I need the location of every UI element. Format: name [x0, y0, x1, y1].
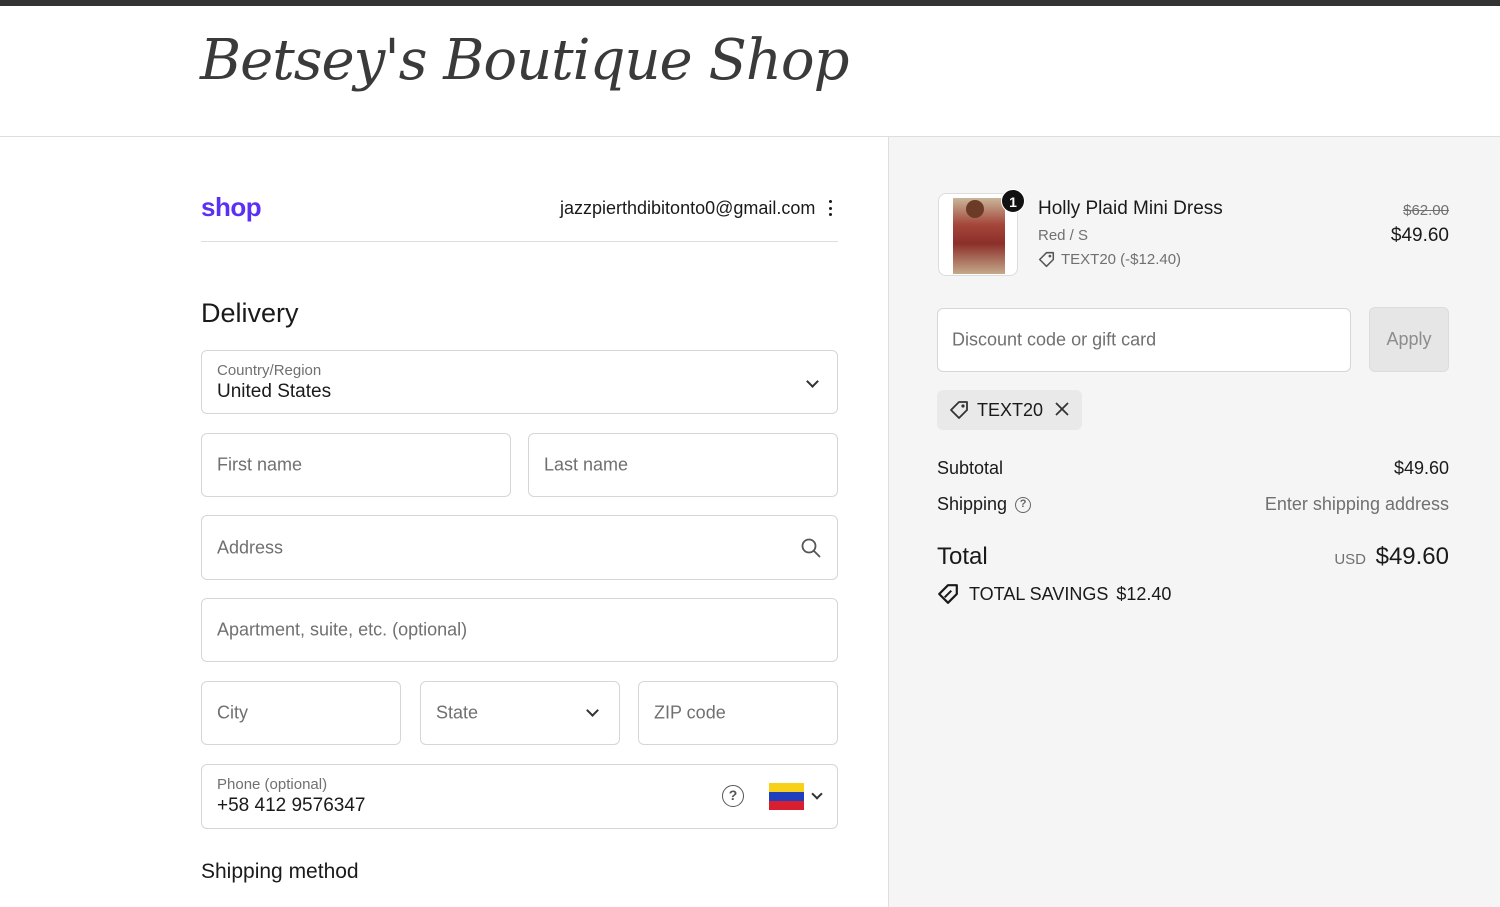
- total-value: $49.60: [1375, 543, 1449, 570]
- account-email: jazzpierthdibitonto0@gmail.com: [560, 198, 816, 218]
- discount-code-input[interactable]: Discount code or gift card: [937, 308, 1351, 372]
- shipping-label: Shipping: [937, 494, 1008, 514]
- discount-code-placeholder: Discount code or gift card: [952, 329, 1157, 350]
- divider: [201, 241, 838, 242]
- state-placeholder: State: [436, 702, 479, 723]
- country-value: United States: [217, 381, 332, 402]
- phone-label: Phone (optional): [217, 776, 328, 793]
- last-name-field[interactable]: Last name: [528, 433, 838, 497]
- tag-icon: [1038, 251, 1055, 268]
- product-discount: TEXT20 (-$12.40): [1038, 251, 1181, 268]
- address-placeholder: Address: [217, 537, 284, 557]
- discounted-price: $49.60: [1390, 225, 1449, 246]
- subtotal-value: $49.60: [1393, 458, 1449, 478]
- savings-tag-icon: [938, 584, 958, 604]
- product-image-figure: [966, 200, 984, 218]
- first-name-field[interactable]: First name: [201, 433, 511, 497]
- shop-pay-logo: shop: [201, 192, 262, 222]
- total-label: Total: [937, 543, 988, 570]
- venezuela-flag-icon[interactable]: [769, 783, 804, 810]
- address-field[interactable]: Address: [201, 515, 838, 580]
- tag-icon: [950, 401, 968, 419]
- delivery-heading: Delivery: [201, 298, 299, 328]
- phone-value: +58 412 9576347: [217, 795, 366, 816]
- shipping-row: Shipping ?: [937, 494, 1032, 515]
- shipping-method-heading: Shipping method: [201, 860, 359, 883]
- search-icon: [801, 538, 821, 558]
- total-savings-label: TOTAL SAVINGS: [969, 583, 1109, 604]
- quantity-badge: 1: [1001, 189, 1025, 213]
- apartment-placeholder: Apartment, suite, etc. (optional): [217, 619, 468, 640]
- total-savings: TOTAL SAVINGS $12.40: [937, 583, 1171, 605]
- city-field[interactable]: City: [201, 681, 401, 745]
- country-select[interactable]: Country/Region United States: [201, 350, 838, 414]
- apartment-field[interactable]: Apartment, suite, etc. (optional): [201, 598, 838, 662]
- applied-discount-code: TEXT20: [977, 399, 1044, 420]
- last-name-placeholder: Last name: [544, 454, 629, 475]
- total-savings-value: $12.40: [1116, 583, 1172, 604]
- site-header: Betsey's Boutique Shop: [0, 6, 1500, 137]
- total-currency: USD: [1334, 551, 1366, 568]
- zip-field[interactable]: ZIP code: [638, 681, 838, 745]
- state-select[interactable]: State: [420, 681, 620, 745]
- apply-button[interactable]: Apply: [1369, 307, 1449, 372]
- city-placeholder: City: [217, 702, 248, 723]
- close-icon[interactable]: [1054, 401, 1070, 417]
- first-name-placeholder: First name: [217, 454, 303, 475]
- product-variant: Red / S: [1038, 227, 1089, 244]
- phone-field[interactable]: Phone (optional) +58 412 9576347 ?: [201, 764, 838, 829]
- product-name: Holly Plaid Mini Dress: [1038, 198, 1223, 219]
- help-icon[interactable]: ?: [722, 785, 744, 807]
- help-icon[interactable]: ?: [1015, 496, 1032, 513]
- subtotal-label: Subtotal: [937, 458, 1004, 478]
- product-discount-text: TEXT20 (-$12.40): [1061, 251, 1182, 268]
- country-label: Country/Region: [217, 362, 322, 379]
- shipping-value: Enter shipping address: [1264, 494, 1449, 514]
- store-logo[interactable]: Betsey's Boutique Shop: [200, 28, 849, 93]
- kebab-menu-icon[interactable]: [824, 196, 836, 220]
- original-price: $62.00: [1403, 202, 1449, 219]
- chevron-down-icon: [586, 704, 599, 717]
- applied-discount-chip: TEXT20: [937, 390, 1082, 430]
- chevron-down-icon: [806, 375, 819, 388]
- chevron-down-icon[interactable]: [811, 788, 823, 800]
- zip-placeholder: ZIP code: [654, 702, 726, 723]
